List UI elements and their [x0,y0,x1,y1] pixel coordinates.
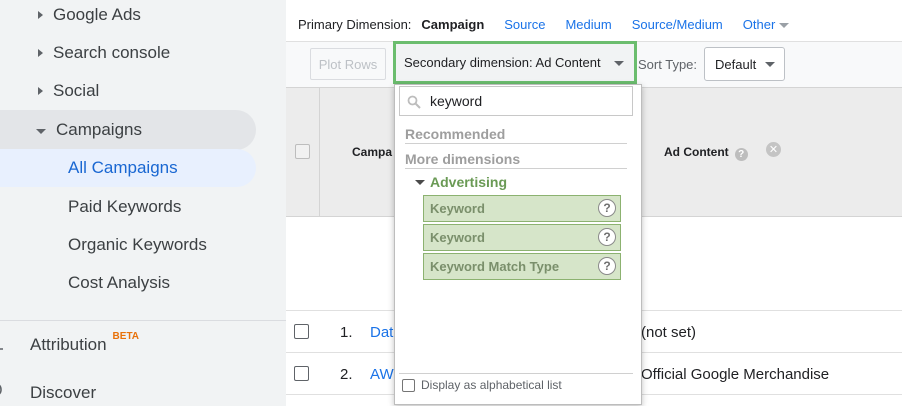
dimension-search-input[interactable] [430,90,626,112]
alphabetical-list-toggle[interactable]: Display as alphabetical list [402,378,562,392]
remove-dimension-icon[interactable]: ✕ [766,142,781,157]
search-icon [407,95,421,109]
primary-dimension-source[interactable]: Source [504,17,545,32]
chevron-right-icon [38,11,43,19]
column-header-ad-content[interactable]: Ad Content? [664,145,748,161]
sort-type-label: Sort Type: [638,57,698,72]
column-divider [319,88,320,218]
more-dimensions-heading: More dimensions [405,151,521,167]
plot-rows-button[interactable]: Plot Rows [310,48,386,80]
option-keyword[interactable]: Keyword ? [423,195,621,222]
alphabetical-label: Display as alphabetical list [421,378,562,392]
sidebar-item-all-campaigns[interactable]: All Campaigns [68,149,178,187]
sidebar-item-label: Campaigns [56,120,142,139]
dimension-search-box[interactable] [399,86,633,116]
advertising-group[interactable]: Advertising [415,174,507,190]
help-icon[interactable]: ? [598,199,616,217]
primary-dimension-bar: Primary Dimension: Campaign Source Mediu… [298,15,790,33]
primary-dimension-medium[interactable]: Medium [565,17,611,32]
sidebar-item-campaigns[interactable]: Campaigns [36,111,142,149]
column-header-label: Ad Content [664,145,729,159]
section-divider [405,143,627,144]
beta-badge: BETA [112,330,140,342]
attribution-icon [0,348,3,350]
chevron-down-icon [614,61,624,66]
secondary-dimension-panel: Recommended More dimensions Advertising … [394,84,642,405]
help-icon[interactable]: ? [598,228,616,246]
sidebar-item-social[interactable]: Social [38,72,99,110]
sidebar: Google Ads Search console Social Campaig… [0,0,286,406]
campaign-link[interactable]: Dat [370,324,393,341]
group-label: Advertising [430,174,508,190]
chevron-down-icon [765,62,775,67]
primary-dimension-current: Campaign [421,16,485,32]
campaign-link[interactable]: AW [370,366,394,383]
sort-type-select[interactable]: Default [704,47,785,81]
help-icon[interactable]: ? [598,257,616,275]
alphabetical-checkbox[interactable] [402,378,415,392]
sidebar-item-label: Attribution [30,335,107,354]
sidebar-item-attribution[interactable]: Attribution BETA [30,326,139,364]
select-all-checkbox[interactable] [295,144,310,159]
row-number: 2. [340,366,353,383]
option-label: Keyword [430,230,485,245]
sidebar-item-google-ads[interactable]: Google Ads [38,0,141,34]
sidebar-item-paid-keywords[interactable]: Paid Keywords [68,188,181,226]
option-keyword-match-type[interactable]: Keyword Match Type ? [423,253,621,280]
sidebar-item-search-console[interactable]: Search console [38,34,170,72]
primary-dimension-label: Primary Dimension: [298,16,412,32]
option-label: Keyword Match Type [430,259,560,274]
row-number: 1. [340,324,353,341]
lightbulb-icon [0,385,2,395]
chevron-down-icon [779,22,790,28]
sidebar-item-cost-analysis[interactable]: Cost Analysis [68,264,170,302]
secondary-dimension-label: Secondary dimension: Ad Content [404,55,601,70]
sidebar-item-label: Google Ads [53,5,141,24]
ad-content-value: Official Google Merchandise [641,366,830,383]
secondary-dimension-dropdown[interactable]: Secondary dimension: Ad Content [393,41,637,84]
chevron-right-icon [38,49,43,57]
option-label: Keyword [430,201,485,216]
primary-dimension-other[interactable]: Other [743,17,790,32]
recommended-heading: Recommended [405,126,506,142]
sidebar-item-discover[interactable]: Discover [30,374,96,406]
sidebar-item-label: Discover [30,383,97,402]
column-header-campaign[interactable]: Campa [352,145,392,159]
sort-type-value: Default [715,56,757,72]
help-icon[interactable]: ? [734,148,748,161]
primary-dimension-source-medium[interactable]: Source/Medium [632,17,723,32]
chevron-down-icon [415,179,425,185]
option-keyword[interactable]: Keyword ? [423,224,621,251]
sidebar-divider [0,320,286,321]
sidebar-item-organic-keywords[interactable]: Organic Keywords [68,226,207,264]
primary-dimension-other-label: Other [742,16,776,32]
panel-divider [399,373,633,374]
sidebar-item-label: Search console [53,43,171,62]
chevron-down-icon [36,128,46,134]
row-checkbox[interactable] [294,366,309,381]
ad-content-value: (not set) [641,324,697,341]
row-checkbox[interactable] [294,324,309,339]
sidebar-item-label: Social [53,81,100,100]
chevron-right-icon [38,87,43,95]
section-divider [405,168,627,169]
